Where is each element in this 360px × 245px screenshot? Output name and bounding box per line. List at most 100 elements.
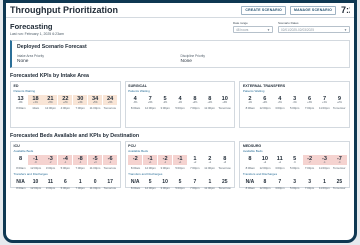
metric-cell[interactable]: 3 -1% — [288, 95, 302, 106]
metric-value: N/A — [16, 179, 25, 185]
metric-cell[interactable]: -7 -4 — [332, 154, 347, 165]
metric-value: 8 — [19, 155, 23, 162]
time-label: 12:00pm — [259, 105, 271, 110]
metric-cell[interactable]: 8 +4% — [188, 95, 202, 106]
date-range-select[interactable]: 48 hours ▼ — [233, 26, 273, 33]
metric-cell[interactable]: 1 — [73, 178, 87, 186]
metric-cell[interactable]: 2 +1 — [203, 155, 217, 166]
bed-card-medsurg[interactable]: MEDSURG Available Beds 8 10 +2 11 +1 5 -6 -2 -7 -3-… — [239, 141, 351, 190]
metric-cell[interactable]: -6 -1 — [103, 154, 118, 165]
create-scenario-button[interactable]: CREATE SCENARIO — [241, 5, 286, 15]
time-label: 7:00pm — [75, 186, 85, 190]
metric-cell[interactable]: 10 — [28, 178, 42, 186]
metric-cell[interactable]: 21 +5% — [43, 94, 58, 105]
chevron-down-icon: ▼ — [267, 27, 270, 32]
metric-change: +1% — [33, 101, 38, 104]
intake-priority: Intake Area Priority None — [17, 54, 181, 64]
metric-cell[interactable]: 8 — [258, 178, 272, 186]
intake-priority-label: Intake Area Priority — [17, 54, 44, 58]
metric-cell[interactable]: 7 — [188, 178, 202, 186]
metric-cell[interactable]: 1 — [317, 178, 331, 186]
metric-value: 25 — [336, 179, 343, 185]
metric-cell[interactable]: 3 — [303, 178, 317, 186]
time-label: 12:00pm — [45, 105, 56, 110]
metric-cell[interactable]: 9 +2% — [332, 95, 346, 106]
metric-cell[interactable]: N/A — [243, 178, 257, 186]
metric-cell[interactable]: N/A — [14, 178, 28, 186]
metric-cell[interactable]: 10 +3% — [218, 95, 232, 106]
metric-cell[interactable]: 7 +3% — [143, 95, 157, 106]
filters: Date range 48 hours ▼ Scenario Dates 02/… — [233, 21, 350, 33]
metric-cell[interactable]: -1 +1 — [172, 154, 188, 165]
metric-cell[interactable]: 8 +6 — [218, 155, 232, 166]
metric-cell[interactable]: 5 -6 — [288, 155, 302, 166]
metric-cell[interactable]: 17 — [103, 178, 117, 186]
metric-cell[interactable]: 7 — [273, 178, 287, 186]
metric-cell[interactable]: 11 +1 — [273, 155, 287, 166]
metric-cell[interactable]: 5 — [143, 178, 157, 186]
metric-cell[interactable]: 25 — [218, 178, 232, 186]
bed-card-icu[interactable]: ICU Available Beds 8 -1 -9 -3 -2 -4 -1 -8 -4 -5 +3 -6… — [10, 141, 121, 190]
metric-change: -4 — [79, 161, 82, 164]
metric-cell[interactable]: -1 -9 — [28, 154, 43, 165]
metric-cell[interactable]: 22 +2% — [58, 94, 73, 105]
metric-row: N/A 10 11 6 1 0 17 — [14, 178, 118, 186]
metric-cell[interactable]: 6 +4% — [258, 95, 272, 106]
kpi-card-ed[interactable]: ED Patients Waiting 13 -9% 18 +1% 21 +5% 22 +2% 30… — [10, 81, 121, 128]
metric-cell[interactable]: 2 -1% — [243, 95, 257, 106]
metric-cell[interactable]: 10 +2 — [258, 155, 272, 166]
metric-cell[interactable]: -2 — [128, 154, 143, 165]
metric-cell[interactable]: 5 — [173, 178, 187, 186]
metric-cell[interactable]: 1 — [203, 178, 217, 186]
metric-cell[interactable]: 8 — [14, 155, 28, 166]
time-label: 8:00am — [16, 186, 26, 190]
metric-cell[interactable]: N/A — [128, 178, 142, 186]
metric-cell[interactable]: -8 -4 — [73, 154, 88, 165]
metric-cell[interactable]: 5 -2% — [158, 95, 172, 106]
metric-cell[interactable]: 0 — [88, 178, 102, 186]
metric-cell[interactable]: 3 — [288, 178, 302, 186]
metric-cell[interactable]: 8 +1% — [203, 95, 217, 106]
metric-cell[interactable]: 4 -3% — [128, 95, 142, 106]
time-label: 11:00pm — [89, 105, 101, 110]
metric-cell[interactable]: -2 -7 — [302, 154, 317, 165]
metric-cell[interactable]: 8 — [243, 155, 257, 166]
time-label: Tomorrow — [218, 165, 231, 170]
metric-cell[interactable]: 1 +2 — [188, 155, 202, 166]
metric-cell[interactable]: -1 +1 — [143, 154, 158, 165]
kpi-card-surgical[interactable]: SURGICAL Patients Waiting 4 -3% 7 +3% 5 -2% 4 -1%… — [124, 81, 236, 128]
time-label: 12:00pm — [259, 165, 271, 170]
metric-cell[interactable]: 10 — [158, 178, 172, 186]
metric-cell[interactable]: 7 +1% — [317, 95, 331, 106]
metric-cell[interactable]: 18 +1% — [28, 94, 43, 105]
metric-cell[interactable]: 11 — [43, 178, 57, 186]
metric-cell[interactable]: -4 -1 — [58, 154, 73, 165]
metric-cell[interactable]: -3 -2 — [43, 154, 58, 165]
metric-cell[interactable]: 34 +5% — [88, 94, 103, 105]
time-label: 7:00pm — [190, 105, 200, 110]
time-label: 7:00pm — [75, 165, 85, 170]
metric-cell[interactable]: 30 +4% — [73, 94, 88, 105]
metric-cell[interactable]: 25 — [332, 178, 346, 186]
metric-cell[interactable]: 6 — [58, 178, 72, 186]
metric-cell[interactable]: 24 +3% — [103, 94, 118, 105]
time-label: Tomorrow — [332, 105, 346, 110]
metric-cell[interactable]: 13 -9% — [14, 95, 28, 106]
bed-card-pcu[interactable]: PCU Available Beds -2 -1 +1 -2 -1 -1 +1 1 +2 2 +1 8 +6… — [124, 141, 236, 190]
metric-cell[interactable]: -2 -1 — [158, 154, 173, 165]
metric-cell[interactable]: 4 -1% — [173, 95, 187, 106]
metric-change: +4% — [262, 101, 268, 104]
metric-value: 3 — [308, 179, 311, 185]
manage-scenario-button[interactable]: MANAGE SCENARIO — [289, 5, 336, 15]
scenario-dates-select[interactable]: 02/01/2025-02/03/2025 ▼ — [278, 26, 350, 33]
metric-cell[interactable]: 6 +3% — [303, 95, 317, 106]
time-labels: 8:00am 12:00pm 3:00pm 5:00pm 7:00pm 11:00pm To… — [243, 186, 347, 190]
metric-cell[interactable]: -3 -1 — [317, 154, 332, 165]
metric-change: -1 — [164, 161, 167, 164]
main-content: Forecasting Last run: February 1, 2025 6… — [6, 18, 354, 190]
date-range-label: Date range — [233, 21, 248, 25]
metric-cell[interactable]: -5 +3 — [88, 154, 103, 165]
discipline-priority: Discipline Priority None — [181, 54, 345, 64]
kpi-card-external-transfers[interactable]: EXTERNAL TRANSFERS Patients Waiting 2 -1% 6 +… — [239, 81, 351, 128]
metric-cell[interactable]: 4 -2% — [273, 95, 287, 106]
